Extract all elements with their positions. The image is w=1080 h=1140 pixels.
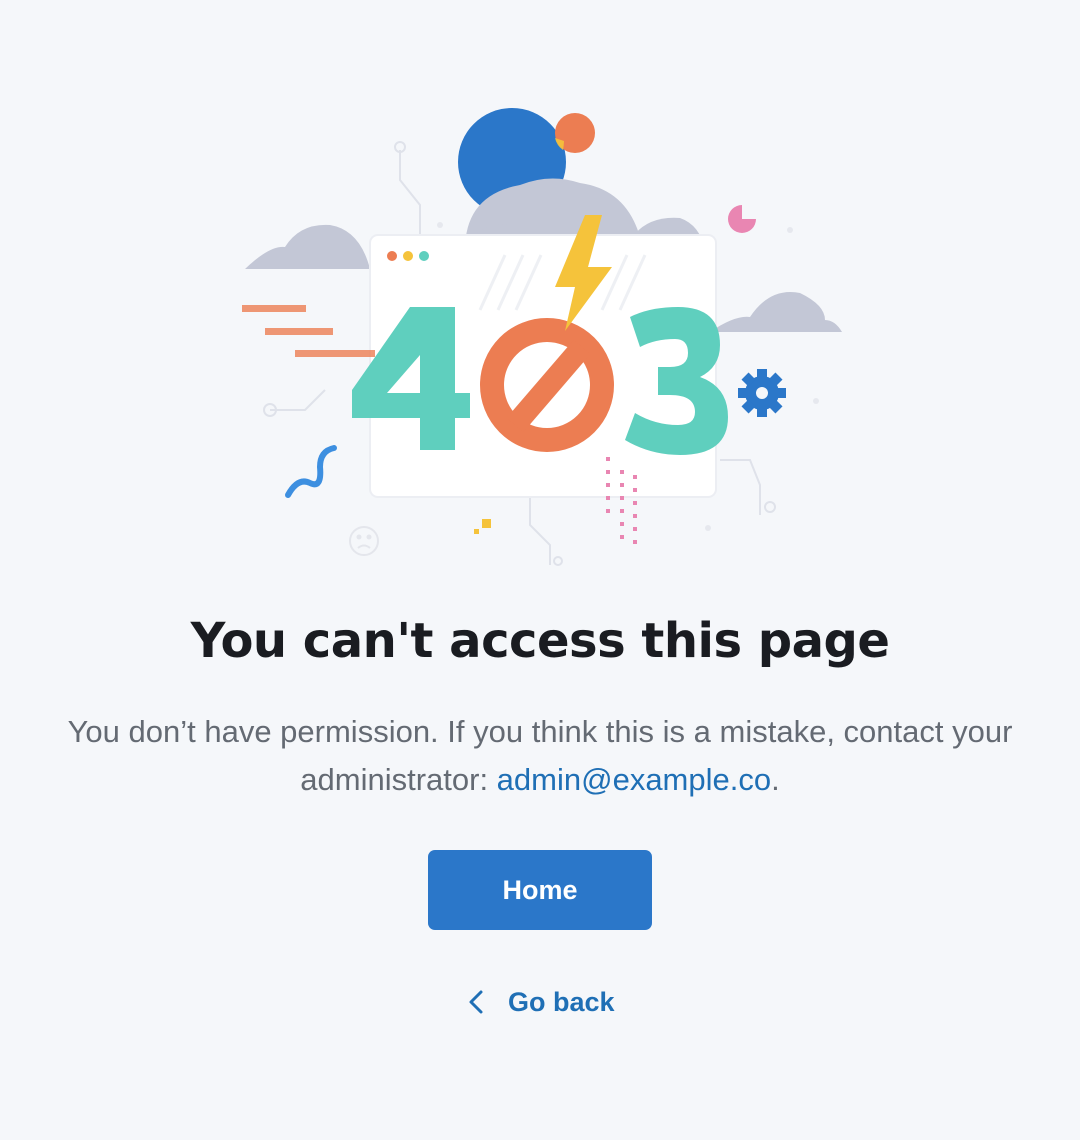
- go-back-label: Go back: [508, 986, 615, 1017]
- sad-face-icon: [349, 526, 379, 556]
- home-button[interactable]: Home: [428, 850, 652, 930]
- speed-lines: [242, 305, 375, 357]
- page-title: You can't access this page: [190, 613, 890, 669]
- gear-icon: [738, 369, 786, 417]
- pink-pie-icon: [728, 205, 756, 233]
- cloud-icon: [245, 224, 370, 269]
- cloud-icon: [710, 292, 842, 332]
- chevron-left-icon: [462, 987, 492, 1017]
- permission-message: You don’t have permission. If you think …: [40, 708, 1040, 804]
- go-back-link[interactable]: Go back: [462, 980, 615, 1024]
- message-suffix: .: [771, 762, 780, 797]
- squiggle-icon: [285, 445, 337, 498]
- forbidden-illustration: [230, 95, 860, 575]
- admin-email-link[interactable]: admin@example.co: [497, 762, 771, 797]
